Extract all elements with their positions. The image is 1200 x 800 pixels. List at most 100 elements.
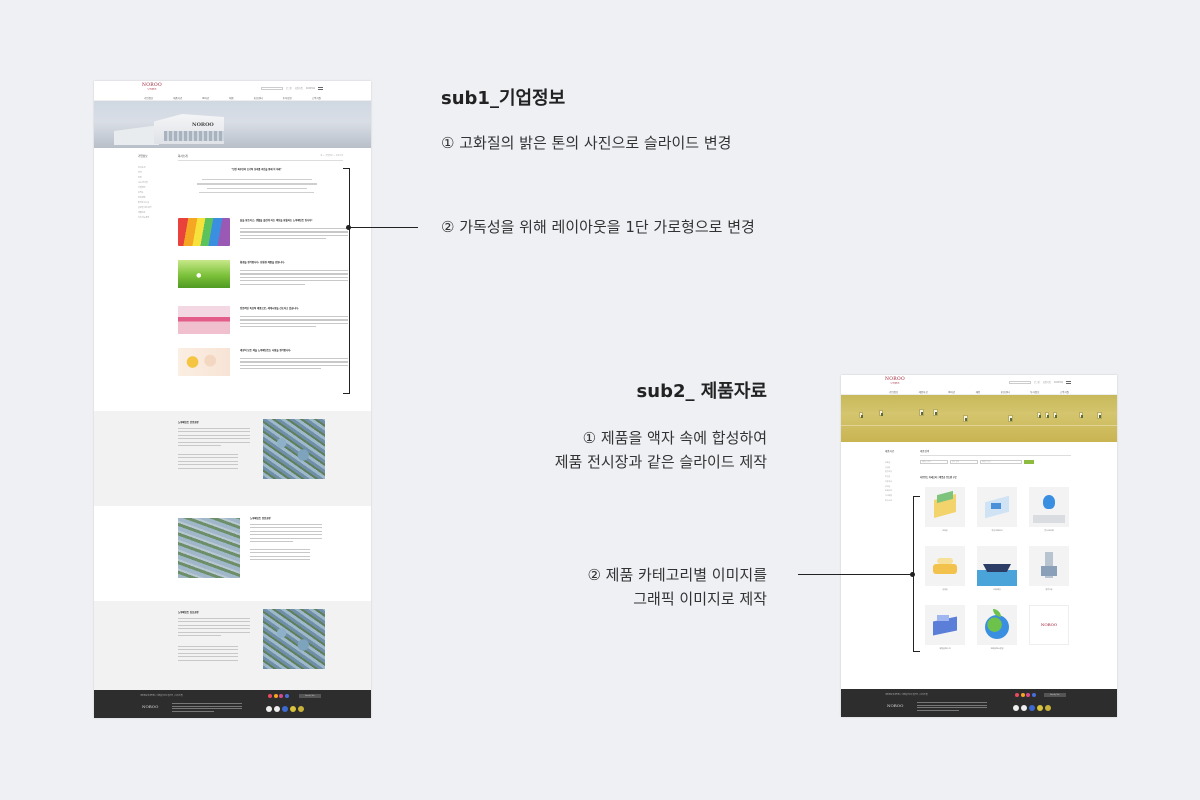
interior-graphic bbox=[977, 487, 1017, 527]
category-card[interactable]: 제품설계/수지 bbox=[925, 605, 965, 650]
global-nav: 기업정보 제품자료 IR자료 채용 홍보센터 투자정보 고객지원 bbox=[889, 390, 1069, 394]
sns-icons[interactable] bbox=[1015, 693, 1036, 697]
section-title: 노루페인트 천안공장 bbox=[250, 517, 271, 520]
site-footer: 개인정보처리방침 | 이메일무단수집거부 | 사이트맵 NOROO Family… bbox=[841, 689, 1117, 717]
text-line bbox=[201, 179, 312, 181]
category-card[interactable]: 선박/해양 bbox=[977, 546, 1017, 591]
logo-subtext: 노루페인트 bbox=[147, 89, 157, 91]
family-site-select[interactable]: Family Site bbox=[299, 694, 321, 698]
family-site-select[interactable]: Family Site bbox=[1044, 693, 1066, 697]
gnb-item[interactable]: 투자정보 bbox=[1030, 390, 1039, 394]
waterproof-graphic bbox=[1029, 487, 1069, 527]
factory-section: 노루페인트 안양공장 bbox=[94, 411, 371, 506]
gnb-item[interactable]: 기업정보 bbox=[889, 390, 898, 394]
lnb-item[interactable]: 기타제품 bbox=[885, 494, 892, 499]
gnb-item[interactable]: 홍보센터 bbox=[254, 96, 263, 100]
intro-block: "안전 최우선의 조기적 성과를 추진을 통해 이 미래" bbox=[194, 167, 319, 194]
sub1-note-2: ② 가독성을 위해 레이아웃을 1단 가로형으로 변경 bbox=[441, 218, 755, 236]
gnb-item[interactable]: 기업정보 bbox=[144, 96, 153, 100]
product-frame bbox=[859, 412, 863, 418]
footer-address bbox=[172, 703, 242, 713]
plant-graphic bbox=[1029, 546, 1069, 586]
annotation-bracket bbox=[343, 168, 350, 394]
section-text bbox=[250, 524, 322, 544]
sub2-page-mockup: NOROO 노루페인트 로그인 회원가입 KOREAN 기업정보 제품자료 IR… bbox=[841, 375, 1117, 717]
connector-line bbox=[350, 227, 418, 229]
lnb-item[interactable]: 자동차용 bbox=[885, 480, 892, 485]
menu-icon[interactable] bbox=[1066, 380, 1071, 384]
section-text bbox=[178, 618, 250, 638]
footer-address bbox=[917, 702, 987, 712]
login-link[interactable]: 로그인 bbox=[1034, 380, 1040, 384]
text-line bbox=[206, 187, 307, 189]
noroo-logo[interactable]: NOROO 노루페인트 bbox=[142, 83, 162, 91]
sub2-note-1-line-1: ① 제품을 액자 속에 합성하여 bbox=[582, 429, 767, 447]
gnb-item[interactable]: IR자료 bbox=[948, 390, 955, 394]
row-title: 전문적인 독보적 제품으로, 세계시장을 선도하고 있습니다. bbox=[240, 307, 299, 310]
category-card[interactable]: 건축용 bbox=[925, 487, 965, 532]
category-card[interactable]: 공업용 bbox=[925, 546, 965, 591]
category-card[interactable]: 친환경/탄소중립 bbox=[977, 605, 1017, 650]
noroo-logo[interactable]: NOROO 노루페인트 bbox=[885, 377, 905, 385]
gnb-item[interactable]: 제품자료 bbox=[919, 390, 928, 394]
category-card[interactable]: 목공/인테리어 bbox=[977, 487, 1017, 532]
gnb-item[interactable]: 제품자료 bbox=[173, 96, 182, 100]
sub2-note-1-line-2: 제품 전시장과 같은 슬라이드 제작 bbox=[554, 453, 767, 471]
sub1-title: sub1_기업정보 bbox=[441, 88, 566, 109]
login-link[interactable]: 로그인 bbox=[286, 86, 292, 90]
resin-graphic bbox=[925, 605, 965, 645]
category-label: 공업용 bbox=[942, 589, 948, 591]
product-search-bar: 제품군 선택 용도 선택 제품명 입력 bbox=[920, 460, 1034, 464]
product-frame bbox=[933, 409, 938, 416]
local-nav: 회사소개 연혁 비전 CEO인사말 사업영역 조직도 윤리경영 찾아오시는길 글… bbox=[138, 166, 152, 221]
text-line bbox=[199, 191, 314, 194]
gnb-item[interactable]: 홍보센터 bbox=[1001, 390, 1010, 394]
language-select[interactable]: KOREAN bbox=[306, 87, 315, 90]
content-area: 기업정보 회사소개 연혁 비전 CEO인사말 사업영역 조직도 윤리경영 찾아오… bbox=[94, 148, 371, 411]
menu-icon[interactable] bbox=[318, 86, 323, 90]
gnb-item[interactable]: 채용 bbox=[229, 96, 234, 100]
utility-bar: 로그인 회원가입 KOREAN bbox=[260, 86, 323, 90]
section-text bbox=[178, 428, 250, 448]
search-button[interactable] bbox=[1024, 460, 1034, 464]
category-card[interactable]: 중방식용 bbox=[1029, 546, 1069, 591]
usage-select[interactable]: 용도 선택 bbox=[950, 460, 978, 464]
category-card[interactable]: NOROO bbox=[1029, 605, 1069, 650]
text-line bbox=[196, 183, 317, 185]
footer-links[interactable]: 개인정보처리방침 | 이메일무단수집거부 | 사이트맵 bbox=[885, 693, 928, 696]
site-footer: 개인정보처리방침 | 이메일무단수집거부 | 사이트맵 NOROO Family… bbox=[94, 690, 371, 718]
product-frame bbox=[963, 415, 968, 422]
lnb-item[interactable]: 지속가능경영 bbox=[138, 216, 152, 221]
category-card[interactable]: 방수/바닥재 bbox=[1029, 487, 1069, 532]
footer-links[interactable]: 개인정보처리방침 | 이메일무단수집거부 | 사이트맵 bbox=[140, 694, 183, 697]
gnb-item[interactable]: 채용 bbox=[976, 390, 981, 394]
category-label: 건축용 bbox=[942, 530, 948, 532]
join-link[interactable]: 회원가입 bbox=[1043, 380, 1051, 384]
factory-section: 노루페인트 김포공장 bbox=[94, 601, 371, 696]
global-nav: 기업정보 제품자료 IR자료 채용 홍보센터 투자정보 고객지원 bbox=[144, 96, 321, 100]
language-select[interactable]: KOREAN bbox=[1054, 381, 1063, 384]
sns-icons[interactable] bbox=[268, 694, 289, 698]
eco-earth-graphic bbox=[977, 605, 1017, 645]
gnb-item[interactable]: 투자정보 bbox=[283, 96, 292, 100]
gnb-item[interactable]: IR자료 bbox=[202, 96, 209, 100]
header-search-input[interactable] bbox=[1008, 380, 1031, 384]
gnb-item[interactable]: 고객지원 bbox=[312, 96, 321, 100]
gallery-wall-line bbox=[841, 425, 1117, 426]
utility-bar: 로그인 회원가입 KOREAN bbox=[1008, 380, 1071, 384]
join-link[interactable]: 회원가입 bbox=[295, 86, 303, 90]
lnb-title: 제품자료 bbox=[885, 450, 895, 453]
header-search-input[interactable] bbox=[260, 86, 283, 90]
lnb-item[interactable]: 특수도료 bbox=[885, 499, 892, 504]
section-info bbox=[178, 646, 238, 663]
product-frame bbox=[1045, 412, 1049, 418]
category-grid: 건축용 목공/인테리어 방수/바닥재 공업용 선박/해양 중방식용 제품설계/수… bbox=[925, 487, 1069, 650]
exhibition-image bbox=[178, 306, 230, 334]
content-area: 제품자료 건축용 공업용 중방식용 목공용 자동차용 선박용 분체도료 기타제품… bbox=[841, 442, 1117, 690]
category-select[interactable]: 제품군 선택 bbox=[920, 460, 948, 464]
building-graphic bbox=[925, 487, 965, 527]
child-painted-hands-image bbox=[178, 348, 230, 376]
product-frame bbox=[1053, 412, 1057, 418]
product-search-input[interactable]: 제품명 입력 bbox=[980, 460, 1022, 464]
gnb-item[interactable]: 고객지원 bbox=[1060, 390, 1069, 394]
